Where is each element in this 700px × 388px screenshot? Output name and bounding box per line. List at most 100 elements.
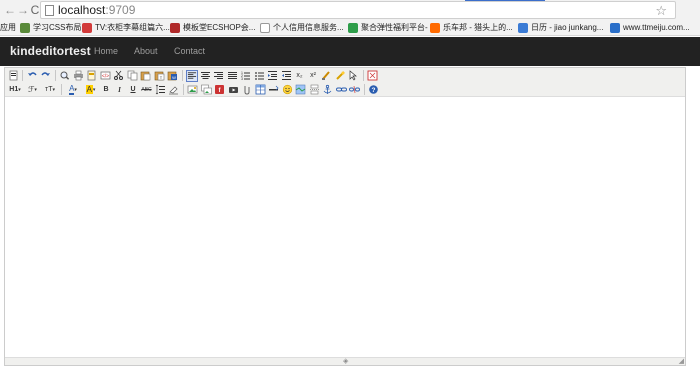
baidu-map-icon[interactable] (295, 84, 307, 96)
superscript-icon[interactable]: x² (307, 70, 319, 82)
paste-plain-icon[interactable]: T (153, 70, 165, 82)
bold-icon[interactable]: B (100, 84, 112, 96)
unordered-list-icon[interactable] (253, 70, 265, 82)
bookmark-item[interactable]: 聚合弹性福利平台- (348, 22, 428, 34)
editor-content-area[interactable] (5, 98, 685, 357)
toolbar-separator (181, 70, 183, 81)
align-right-icon[interactable] (213, 70, 225, 82)
quick-format-icon[interactable] (334, 70, 346, 82)
undo-icon[interactable] (26, 70, 38, 82)
bookmark-item[interactable]: 模板堂ECSHOP会... (170, 22, 255, 34)
underline-icon[interactable]: U (127, 84, 139, 96)
preview-icon[interactable] (59, 70, 71, 82)
print-icon[interactable] (72, 70, 84, 82)
bookmark-favicon-icon (260, 23, 270, 33)
link-icon[interactable] (335, 84, 347, 96)
remove-format-icon[interactable] (168, 84, 180, 96)
align-left-icon[interactable] (185, 69, 198, 82)
source-icon[interactable] (7, 70, 19, 82)
nav-link-about[interactable]: About (134, 46, 158, 56)
paste-icon[interactable] (140, 70, 152, 82)
clear-html-icon[interactable] (321, 70, 333, 82)
indent-icon[interactable] (267, 70, 279, 82)
bookmark-item[interactable]: 乐车邦 - 猎头上的... (430, 22, 513, 34)
nav-link-contact[interactable]: Contact (174, 46, 205, 56)
toolbar-row-2: H1 ▾ ℱ ▾ тT ▾ A ▾ A ▾ B I U ABC f? (7, 83, 381, 96)
insert-file-icon[interactable] (241, 84, 253, 96)
bookmark-item[interactable]: 日历 - jiao junkang... (518, 22, 603, 34)
align-center-icon[interactable] (199, 70, 211, 82)
italic-icon[interactable]: I (114, 84, 126, 96)
toolbar-separator (363, 84, 365, 95)
unlink-icon[interactable] (349, 84, 361, 96)
fullscreen-icon[interactable] (367, 70, 379, 82)
bookmark-item[interactable]: www.ttmeiju.com... (610, 22, 690, 34)
font-size-icon[interactable]: тT ▾ (42, 84, 58, 96)
bookmark-label: 学习CSS布局 (33, 23, 82, 32)
cut-icon[interactable] (113, 70, 125, 82)
rich-text-editor: </> T W 1 2 3 x₂ x² H1 ▾ ℱ ▾ тT ▾ A ▾ A ▾ B I U ABC f? ◈ ◢ (4, 67, 686, 366)
editor-toolbar: </> T W 1 2 3 x₂ x² H1 ▾ ℱ ▾ тT ▾ A ▾ A ▾ B I U ABC f? (5, 68, 685, 97)
flash-icon[interactable]: f (214, 84, 226, 96)
font-color-icon[interactable]: A ▾ (65, 84, 81, 96)
browser-toolbar: ← → C localhost:9709 ☆ (0, 0, 700, 20)
bookmark-item[interactable]: TV:衣柜李幕组篇六... (82, 22, 170, 34)
strikethrough-icon[interactable]: ABC (141, 84, 153, 96)
toolbar-separator (362, 70, 364, 81)
back-arrow-icon[interactable]: ← (3, 3, 17, 17)
toolbar-separator (54, 70, 56, 81)
redo-icon[interactable] (40, 70, 52, 82)
anchor-icon[interactable] (322, 84, 334, 96)
nav-link-home[interactable]: Home (94, 46, 118, 56)
bookmark-favicon-icon (170, 23, 180, 33)
highlight-color-icon[interactable]: A ▾ (83, 84, 99, 96)
bookmark-item[interactable]: 应用 (0, 22, 16, 34)
svg-text:</>: </> (101, 74, 108, 80)
bookmark-label: 应用 (0, 23, 16, 32)
outdent-icon[interactable] (280, 70, 292, 82)
bookmark-label: TV:衣柜李幕组篇六... (95, 23, 170, 32)
site-navbar: kindeditortest Home About Contact (0, 37, 700, 66)
url-port: :9709 (105, 3, 136, 17)
resize-handle-icon[interactable]: ◈ (343, 358, 348, 365)
media-icon[interactable] (227, 84, 239, 96)
template-icon[interactable] (86, 70, 98, 82)
ordered-list-icon[interactable]: 123 (240, 70, 252, 82)
bookmarks-bar: 应用 学习CSS布局 TV:衣柜李幕组篇六... 模板堂ECSHOP会... 个人信用信… (0, 20, 700, 36)
bookmark-label: www.ttmeiju.com... (623, 23, 690, 32)
image-icon[interactable] (187, 84, 199, 96)
table-icon[interactable] (254, 84, 266, 96)
font-family-icon[interactable]: ℱ ▾ (25, 84, 41, 96)
bookmark-label: 个人信用信息服务... (273, 23, 344, 32)
bookmark-favicon-icon (82, 23, 92, 33)
code-icon[interactable]: </> (99, 70, 111, 82)
toolbar-row-1: </> T W 1 2 3 x₂ x² (7, 69, 380, 82)
page-break-icon[interactable] (308, 84, 320, 96)
heading-icon[interactable]: H1 ▾ (7, 84, 23, 96)
editor-statusbar: ◈ ◢ (5, 357, 685, 365)
bookmark-star-icon[interactable]: ☆ (655, 4, 667, 18)
select-all-icon[interactable] (348, 70, 360, 82)
horizontal-rule-icon[interactable] (268, 84, 280, 96)
svg-text:3: 3 (241, 77, 243, 81)
multi-image-icon[interactable] (200, 84, 212, 96)
corner-resize-icon[interactable]: ◢ (679, 358, 684, 365)
url-host: localhost (58, 3, 106, 17)
brand-link[interactable]: kindeditortest (10, 44, 91, 58)
line-height-icon[interactable] (154, 84, 166, 96)
about-icon[interactable]: ? (368, 84, 380, 96)
bookmark-item[interactable]: 个人信用信息服务... (260, 22, 344, 34)
toolbar-separator (182, 84, 184, 95)
subscript-icon[interactable]: x₂ (294, 70, 306, 82)
address-text[interactable]: localhost:9709 (58, 3, 135, 18)
emoticons-icon[interactable] (281, 84, 293, 96)
align-justify-icon[interactable] (226, 70, 238, 82)
bookmark-favicon-icon (518, 23, 528, 33)
paste-word-icon[interactable]: W (167, 70, 179, 82)
bookmark-item[interactable]: 学习CSS布局 (20, 22, 81, 34)
copy-icon[interactable] (126, 70, 138, 82)
page-bottom (0, 376, 700, 388)
bookmark-favicon-icon (430, 23, 440, 33)
bookmark-label: 日历 - jiao junkang... (531, 23, 604, 32)
address-bar[interactable]: localhost:9709 ☆ (40, 1, 676, 19)
